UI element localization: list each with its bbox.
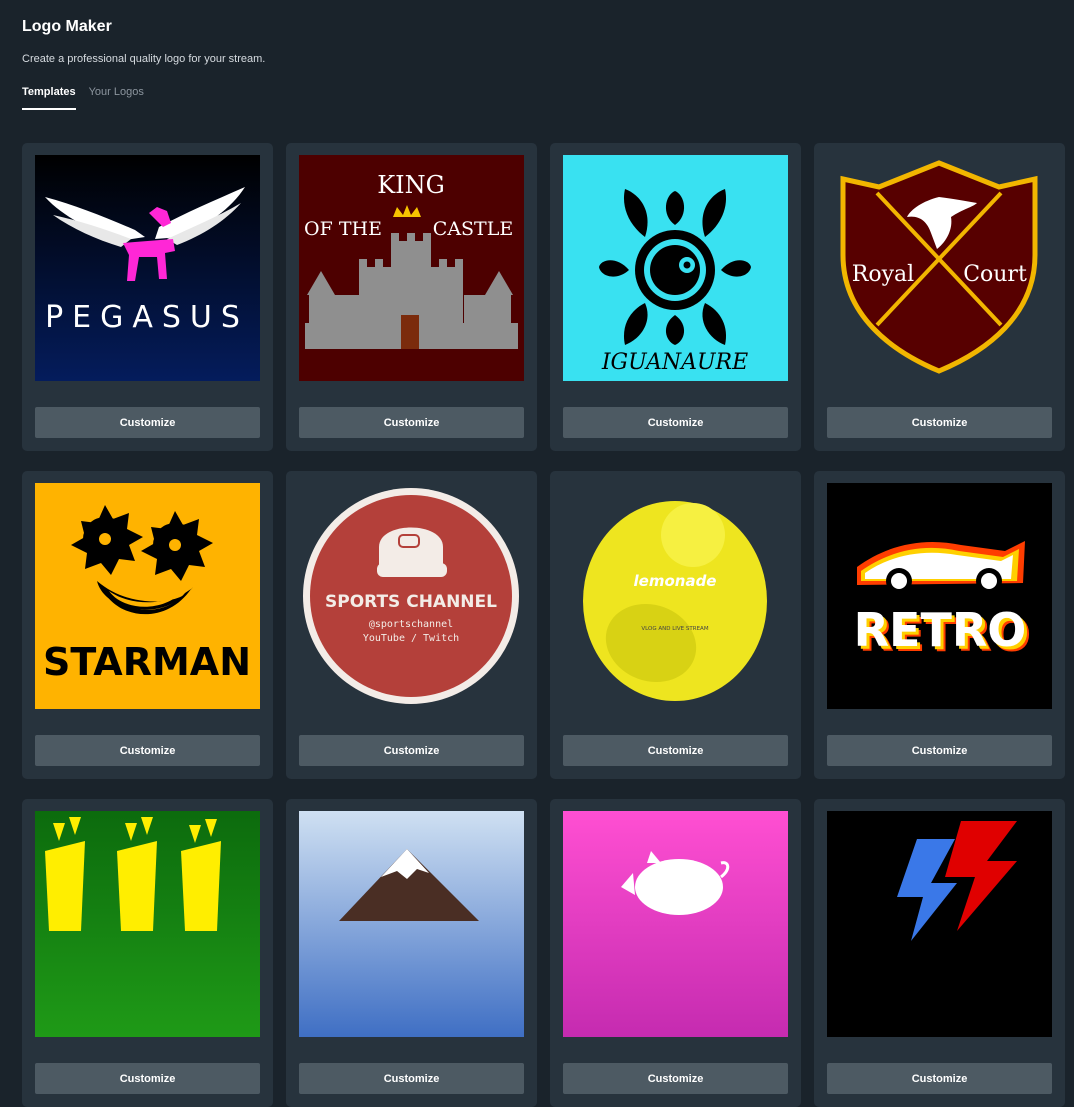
template-card-lemonade: lemonade VLOG AND LIVE STREAM Customize [550, 471, 801, 779]
tab-your-logos[interactable]: Your Logos [89, 86, 144, 110]
logo-thumbnail-starman[interactable]: STARMAN [35, 483, 260, 709]
page-title: Logo Maker [22, 18, 112, 35]
template-card-pegasus: PEGASUS Customize [22, 143, 273, 451]
logo-text-sports-channel: SPORTS CHANNEL [325, 592, 497, 612]
logo-text-of-the: OF THE [304, 218, 382, 240]
customize-button[interactable]: Customize [563, 1063, 788, 1094]
customize-button[interactable]: Customize [35, 1063, 260, 1094]
lightning-icon [827, 811, 1052, 1037]
logo-text-court: Court [963, 262, 1027, 287]
logo-thumbnail-mountain[interactable] [299, 811, 524, 1037]
mountain-icon [299, 811, 524, 1037]
chameleon-icon: IGUANAURE [563, 155, 788, 381]
race-car-icon: RETRO RETRO RETRO [827, 483, 1052, 709]
logo-thumbnail-retro[interactable]: RETRO RETRO RETRO [827, 483, 1052, 709]
customize-button[interactable]: Customize [299, 1063, 524, 1094]
template-card-king-of-the-castle: KING OF THE CASTLE Customize [286, 143, 537, 451]
pig-icon [563, 811, 788, 1037]
star-face-icon: STARMAN [35, 483, 260, 709]
logo-thumbnail-fries[interactable] [35, 811, 260, 1037]
customize-button[interactable]: Customize [35, 735, 260, 766]
template-card-mountain: Customize [286, 799, 537, 1107]
logo-thumbnail-king-of-the-castle[interactable]: KING OF THE CASTLE [299, 155, 524, 381]
fries-icon [35, 811, 260, 1037]
logo-text-pegasus: PEGASUS [45, 300, 249, 335]
logo-thumbnail-sports-channel[interactable]: SPORTS CHANNEL @sportschannel YouTube / … [299, 483, 524, 709]
template-card-retro: RETRO RETRO RETRO Customize [814, 471, 1065, 779]
customize-button[interactable]: Customize [563, 735, 788, 766]
customize-button[interactable]: Customize [563, 407, 788, 438]
lemon-icon: lemonade VLOG AND LIVE STREAM [563, 483, 788, 709]
logo-thumbnail-iguanaure[interactable]: IGUANAURE [563, 155, 788, 381]
template-card-iguanaure: IGUANAURE Customize [550, 143, 801, 451]
logo-text-king: KING [377, 171, 445, 199]
customize-button[interactable]: Customize [299, 735, 524, 766]
logo-text-vlog: VLOG AND LIVE STREAM [641, 626, 708, 632]
logo-text-retro: RETRO [854, 603, 1027, 657]
logo-text-iguanaure: IGUANAURE [601, 350, 748, 375]
logo-text-starman: STARMAN [43, 640, 251, 684]
shield-swords-icon: Royal Court [827, 155, 1052, 381]
winged-horse-icon: PEGASUS [35, 155, 260, 381]
logo-text-handle: @sportschannel [369, 619, 453, 630]
logo-thumbnail-lemonade[interactable]: lemonade VLOG AND LIVE STREAM [563, 483, 788, 709]
customize-button[interactable]: Customize [827, 735, 1052, 766]
customize-button[interactable]: Customize [827, 1063, 1052, 1094]
customize-button[interactable]: Customize [299, 407, 524, 438]
logo-thumbnail-royal-court[interactable]: Royal Court [827, 155, 1052, 381]
tab-templates[interactable]: Templates [22, 86, 76, 110]
logo-text-castle: CASTLE [433, 218, 513, 240]
template-card-lightning: Customize [814, 799, 1065, 1107]
logo-thumbnail-pegasus[interactable]: PEGASUS [35, 155, 260, 381]
logo-text-royal: Royal [852, 262, 914, 287]
logo-thumbnail-pig[interactable] [563, 811, 788, 1037]
tab-bar: Templates Your Logos [22, 86, 144, 110]
template-card-fries: Customize [22, 799, 273, 1107]
logo-text-platforms: YouTube / Twitch [363, 633, 459, 644]
cap-icon: SPORTS CHANNEL @sportschannel YouTube / … [299, 483, 524, 709]
template-card-starman: STARMAN Customize [22, 471, 273, 779]
page-subtitle: Create a professional quality logo for y… [22, 53, 266, 65]
template-card-sports-channel: SPORTS CHANNEL @sportschannel YouTube / … [286, 471, 537, 779]
castle-icon: KING OF THE CASTLE [299, 155, 524, 381]
template-card-royal-court: Royal Court Customize [814, 143, 1065, 451]
customize-button[interactable]: Customize [35, 407, 260, 438]
logo-thumbnail-lightning[interactable] [827, 811, 1052, 1037]
template-card-pig: Customize [550, 799, 801, 1107]
logo-text-lemonade: lemonade [634, 572, 717, 590]
customize-button[interactable]: Customize [827, 407, 1052, 438]
